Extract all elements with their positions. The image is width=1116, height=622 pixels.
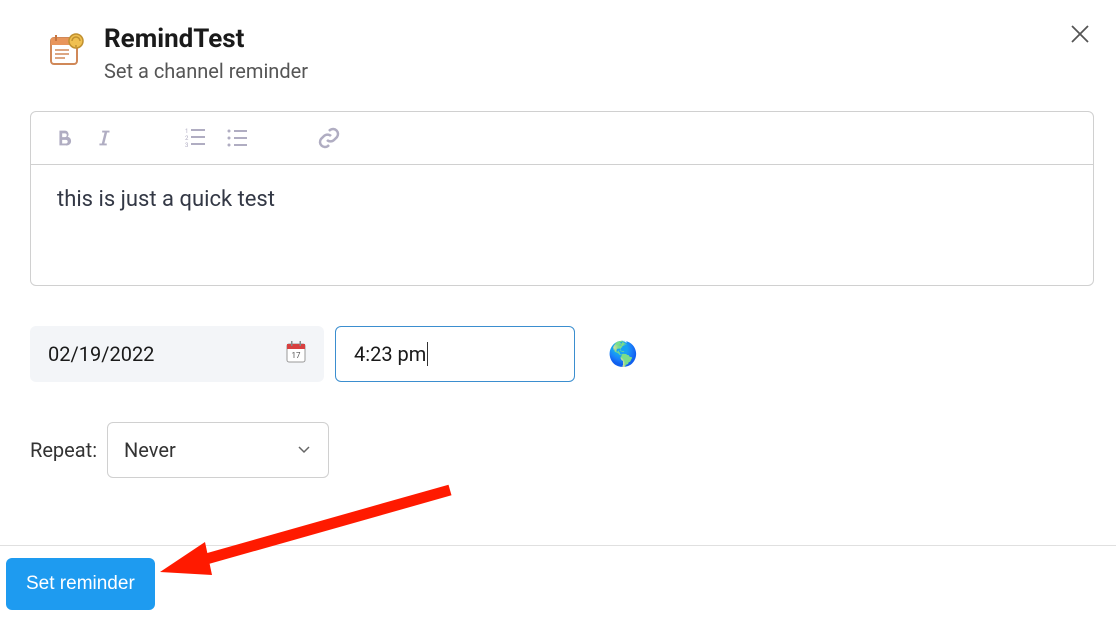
close-button[interactable] bbox=[1068, 22, 1092, 46]
app-icon bbox=[48, 32, 84, 68]
editor-textarea[interactable]: this is just a quick test bbox=[31, 165, 1093, 285]
modal-subtitle: Set a channel reminder bbox=[104, 59, 1048, 83]
repeat-value: Never bbox=[124, 438, 176, 462]
svg-text:17: 17 bbox=[292, 351, 301, 360]
svg-text:1: 1 bbox=[185, 128, 188, 135]
unordered-list-button[interactable] bbox=[225, 126, 249, 150]
repeat-dropdown[interactable]: Never bbox=[107, 422, 329, 478]
modal-footer: Set reminder bbox=[0, 545, 1116, 622]
globe-icon[interactable]: 🌎 bbox=[608, 340, 638, 368]
time-value: 4:23 pm bbox=[354, 342, 426, 366]
message-editor: 1 2 3 bbox=[30, 111, 1094, 286]
repeat-label: Repeat: bbox=[30, 438, 97, 462]
text-cursor bbox=[427, 342, 428, 366]
date-picker[interactable]: 02/19/2022 17 bbox=[30, 326, 324, 382]
svg-text:2: 2 bbox=[185, 135, 189, 142]
editor-toolbar: 1 2 3 bbox=[31, 112, 1093, 165]
modal-header: RemindTest Set a channel reminder bbox=[30, 24, 1086, 83]
link-button[interactable] bbox=[317, 126, 341, 150]
calendar-icon: 17 bbox=[286, 341, 306, 368]
italic-button[interactable] bbox=[93, 127, 115, 149]
set-reminder-button[interactable]: Set reminder bbox=[6, 558, 155, 610]
chevron-down-icon bbox=[296, 438, 312, 462]
date-value: 02/19/2022 bbox=[48, 342, 154, 366]
modal-title: RemindTest bbox=[104, 24, 1048, 55]
ordered-list-button[interactable]: 1 2 3 bbox=[183, 126, 207, 150]
bold-button[interactable] bbox=[53, 127, 75, 149]
svg-text:3: 3 bbox=[185, 142, 188, 149]
time-input[interactable]: 4:23 pm bbox=[335, 326, 575, 382]
